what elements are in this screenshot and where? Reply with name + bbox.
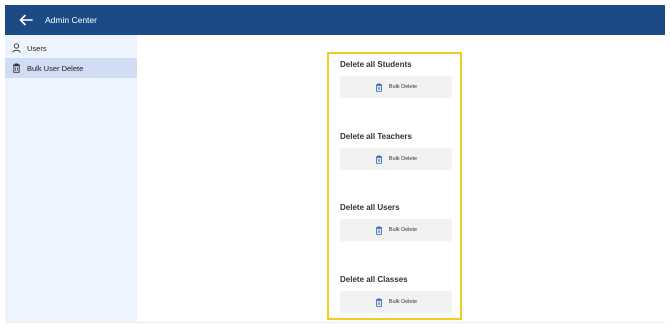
bottom-divider xyxy=(5,322,665,323)
sidebar: Users Bulk User Delete xyxy=(5,35,137,323)
bulk-delete-users-button[interactable]: Bulk Delete xyxy=(340,219,452,241)
back-button[interactable] xyxy=(15,9,37,31)
section-title: Delete all Teachers xyxy=(340,132,412,141)
bulk-delete-classes-button[interactable]: Bulk Delete xyxy=(340,291,452,313)
app-window: Admin Center Users Bulk User Delete Dele… xyxy=(5,5,665,323)
sidebar-item-label: Users xyxy=(27,43,47,53)
top-app-bar: Admin Center xyxy=(5,5,665,35)
arrow-left-icon xyxy=(19,14,33,26)
delete-teachers-section: Delete all Teachers Bulk Delete xyxy=(340,131,453,170)
sidebar-item-label: Bulk User Delete xyxy=(27,63,84,73)
trash-icon xyxy=(375,83,383,92)
trash-icon xyxy=(375,298,383,307)
main-content: Delete all Students Bulk Delete Delete a… xyxy=(137,35,665,323)
delete-classes-section: Delete all Classes Bulk Delete xyxy=(340,274,453,313)
button-label: Bulk Delete xyxy=(388,299,418,305)
delete-students-section: Delete all Students Bulk Delete xyxy=(340,59,453,98)
user-icon xyxy=(11,43,21,53)
bulk-delete-teachers-button[interactable]: Bulk Delete xyxy=(340,148,452,170)
trash-icon xyxy=(11,63,21,73)
app-title: Admin Center xyxy=(45,15,97,25)
bulk-delete-panel: Delete all Students Bulk Delete Delete a… xyxy=(327,52,462,320)
delete-users-section: Delete all Users Bulk Delete xyxy=(340,202,453,241)
bulk-delete-students-button[interactable]: Bulk Delete xyxy=(340,76,452,98)
sidebar-item-bulk-user-delete[interactable]: Bulk User Delete xyxy=(5,58,137,78)
section-title: Delete all Users xyxy=(340,203,400,212)
button-label: Bulk Delete xyxy=(388,227,418,233)
button-label: Bulk Delete xyxy=(388,84,418,90)
trash-icon xyxy=(375,155,383,164)
trash-icon xyxy=(375,226,383,235)
button-label: Bulk Delete xyxy=(388,156,418,162)
sidebar-item-users[interactable]: Users xyxy=(5,38,137,58)
section-title: Delete all Classes xyxy=(340,275,408,284)
section-title: Delete all Students xyxy=(340,60,412,69)
